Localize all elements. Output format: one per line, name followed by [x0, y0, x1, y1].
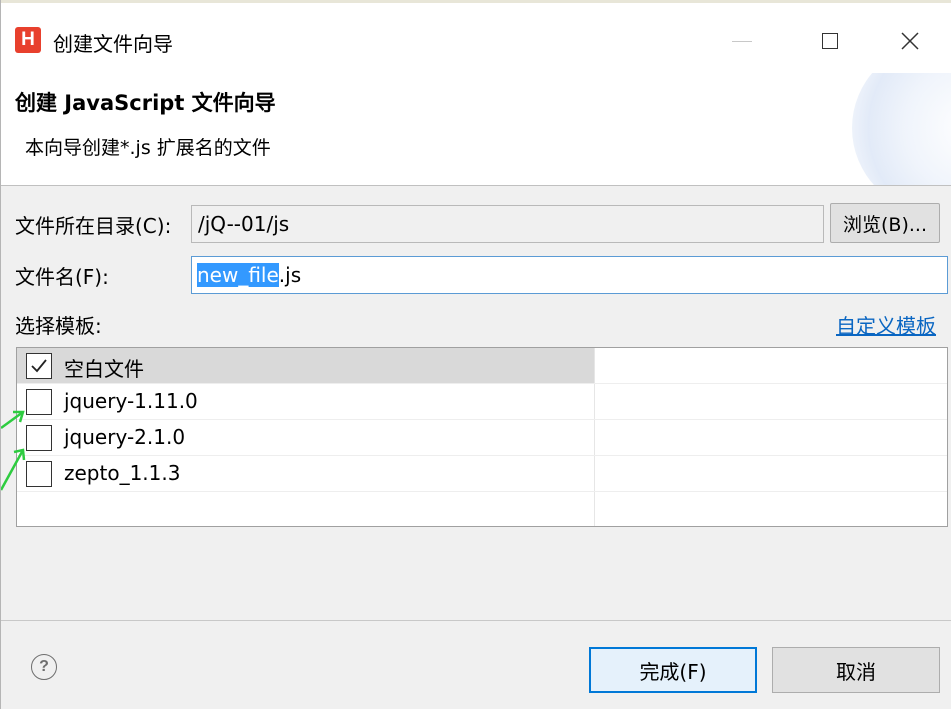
template-row[interactable]: 空白文件	[17, 348, 947, 384]
footer-divider	[1, 620, 951, 621]
maximize-button[interactable]	[807, 21, 853, 61]
minimize-button[interactable]	[719, 21, 765, 61]
close-icon	[901, 32, 919, 50]
template-checkbox[interactable]	[26, 461, 52, 487]
title-bar: H 创建文件向导	[1, 3, 951, 73]
template-row-main: jquery-1.11.0	[17, 384, 594, 419]
template-label-text: 空白文件	[64, 357, 144, 381]
cancel-button[interactable]: 取消	[772, 647, 940, 693]
app-logo-icon: H	[15, 27, 41, 53]
filename-suffix: .js	[278, 263, 302, 287]
window-title: 创建文件向导	[53, 32, 173, 56]
create-file-wizard-window: H 创建文件向导 创建 JavaScript 文件向导 本向导创建*.js 扩展…	[0, 0, 951, 709]
directory-value: /jQ--01/js	[198, 212, 290, 236]
custom-template-link[interactable]: 自定义模板	[836, 310, 936, 339]
wizard-subtitle: 本向导创建*.js 扩展名的文件	[25, 137, 271, 159]
template-list[interactable]: 空白文件 jquery-1.11.0 jquery-2.1.0 zepto_1.…	[16, 347, 948, 527]
template-row[interactable]: jquery-2.1.0	[17, 420, 947, 456]
banner-decoration	[852, 73, 951, 185]
finish-button[interactable]: 完成(F)	[589, 647, 757, 693]
template-label: 选择模板:	[15, 314, 102, 338]
filename-input[interactable]: new_file .js	[191, 256, 948, 294]
browse-button[interactable]: 浏览(B)...	[830, 203, 940, 243]
filename-label: 文件名(F):	[15, 265, 109, 289]
directory-label: 文件所在目录(C):	[15, 214, 172, 238]
minimize-icon	[732, 40, 752, 42]
template-label-text: zepto_1.1.3	[64, 461, 181, 485]
template-row[interactable]: jquery-1.11.0	[17, 384, 947, 420]
template-label-text: jquery-2.1.0	[64, 425, 186, 449]
template-row-main: jquery-2.1.0	[17, 420, 594, 455]
template-row-main: 空白文件	[17, 348, 594, 383]
filename-selected-text: new_file	[197, 263, 279, 287]
template-row-main: zepto_1.1.3	[17, 456, 594, 491]
maximize-icon	[822, 33, 838, 49]
directory-field[interactable]: /jQ--01/js	[191, 205, 824, 243]
template-checkbox[interactable]	[26, 389, 52, 415]
template-checkbox[interactable]	[26, 353, 52, 379]
template-row[interactable]: zepto_1.1.3	[17, 456, 947, 492]
template-label-text: jquery-1.11.0	[64, 389, 198, 413]
wizard-header: 创建 JavaScript 文件向导 本向导创建*.js 扩展名的文件	[1, 73, 951, 186]
check-icon	[31, 359, 47, 373]
question-icon[interactable]: ?	[31, 654, 57, 680]
wizard-title: 创建 JavaScript 文件向导	[15, 91, 276, 115]
template-checkbox[interactable]	[26, 425, 52, 451]
close-button[interactable]	[887, 21, 933, 61]
